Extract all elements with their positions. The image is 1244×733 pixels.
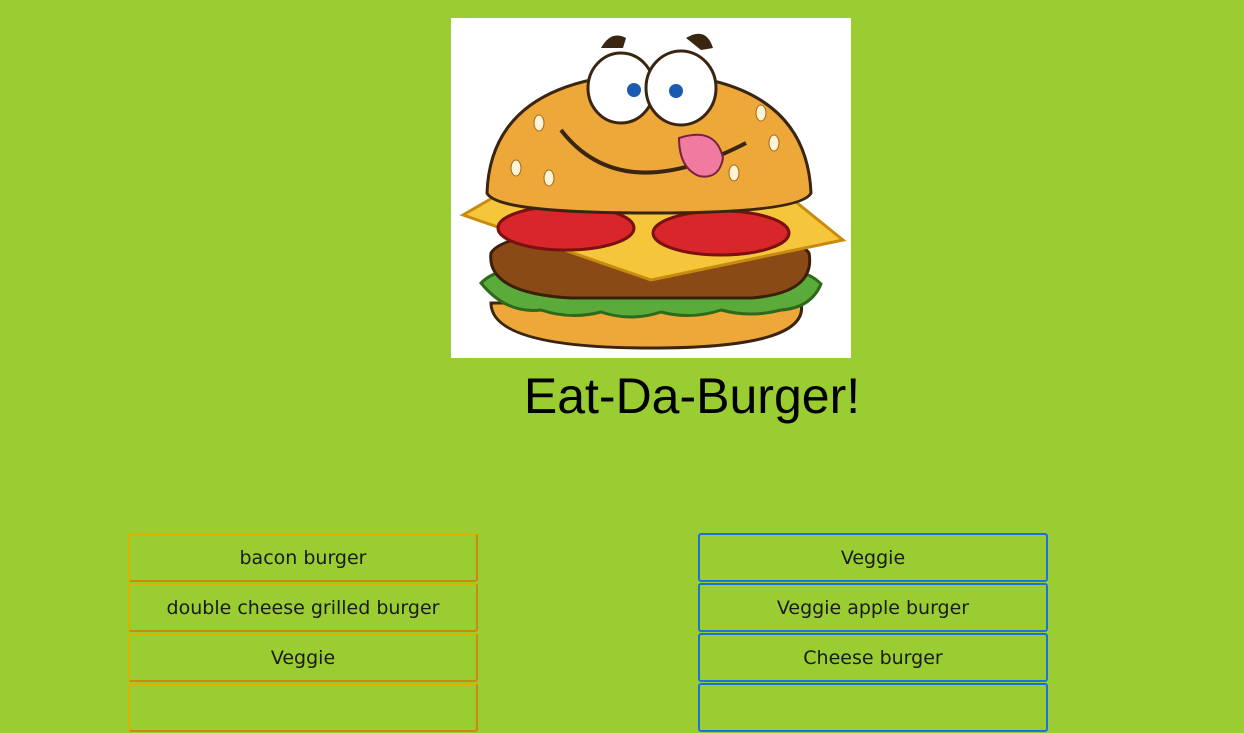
devoured-burger-button[interactable]: Veggie xyxy=(698,533,1048,582)
uneaten-burger-button-partial[interactable] xyxy=(128,683,478,732)
devoured-burger-button-partial[interactable] xyxy=(698,683,1048,732)
uneaten-burger-button[interactable]: Veggie xyxy=(128,633,478,682)
devoured-burger-button[interactable]: Cheese burger xyxy=(698,633,1048,682)
uneaten-burger-button[interactable]: double cheese grilled burger xyxy=(128,583,478,632)
burger-mascot-icon xyxy=(459,33,847,350)
uneaten-burger-list: bacon burger double cheese grilled burge… xyxy=(128,533,478,733)
uneaten-burger-button[interactable]: bacon burger xyxy=(128,533,478,582)
page-title: Eat-Da-Burger! xyxy=(523,368,861,424)
burger-logo-image xyxy=(451,18,851,358)
devoured-burger-button[interactable]: Veggie apple burger xyxy=(698,583,1048,632)
devoured-burger-list: Veggie Veggie apple burger Cheese burger xyxy=(698,533,1048,733)
